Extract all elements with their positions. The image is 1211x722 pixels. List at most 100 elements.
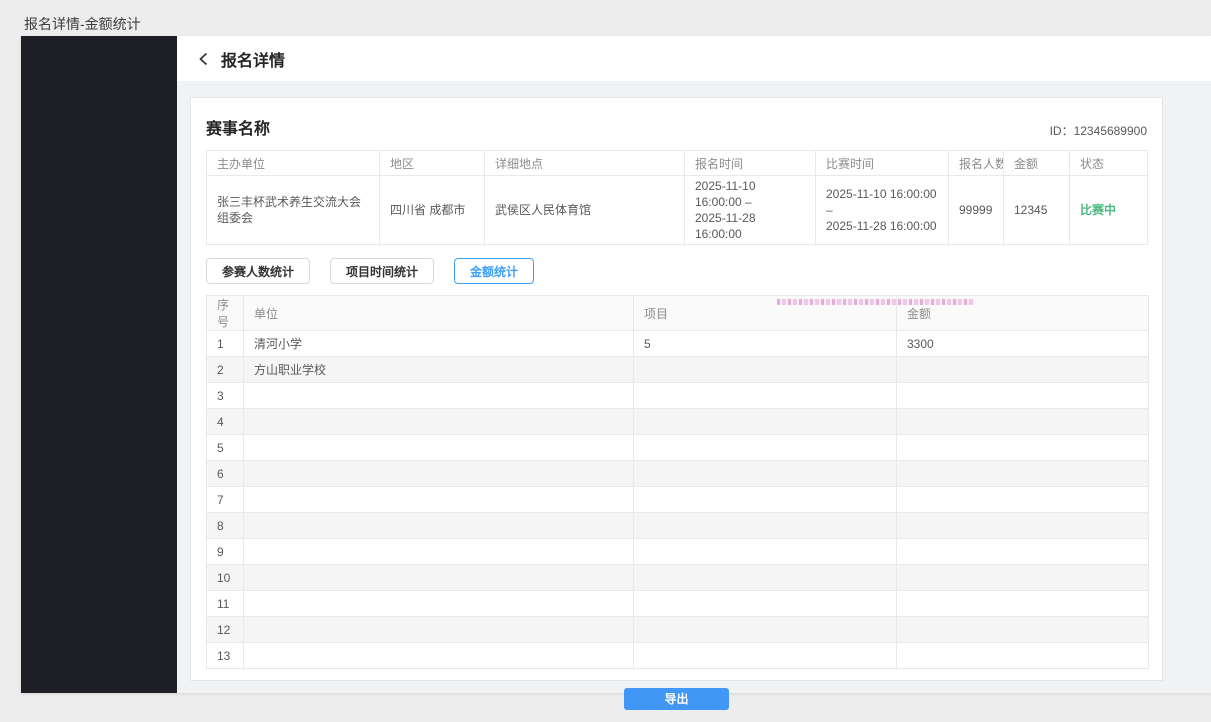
cell-region: 四川省 成都市 [380,176,485,245]
event-column-header: 报名人数 [949,151,1004,176]
event-column-header: 地区 [380,151,485,176]
cell-amount [897,539,1149,565]
table-row: 4 [207,409,1149,435]
cell-signup-time: 2025-11-10 16:00:00 – 2025-11-28 16:00:0… [685,176,816,245]
cell-unit [244,617,634,643]
cell-no: 10 [207,565,244,591]
cell-unit [244,539,634,565]
cell-unit [244,383,634,409]
cell-amount: 3300 [897,331,1149,357]
cell-project [634,435,897,461]
cell-project [634,513,897,539]
stats-table-header: 序号单位项目金额 [207,296,1149,331]
cell-signup-count: 99999 [949,176,1004,245]
stats-tabs: 参赛人数统计项目时间统计金额统计 [206,258,1147,284]
cell-amount [897,591,1149,617]
cell-no: 7 [207,487,244,513]
page-header: 报名详情 [177,36,1211,81]
cell-unit [244,409,634,435]
cell-venue: 武侯区人民体育馆 [485,176,685,245]
cell-project [634,539,897,565]
main-area: 报名详情 赛事名称 ID：12345689900 主办单位地区详细地点报名时间比… [177,36,1211,693]
table-row: 12 [207,617,1149,643]
cell-no: 13 [207,643,244,669]
table-row: 1清河小学53300 [207,331,1149,357]
tab-participants-stats[interactable]: 参赛人数统计 [206,258,310,284]
chevron-left-icon [197,52,211,66]
table-row: 11 [207,591,1149,617]
cell-unit: 方山职业学校 [244,357,634,383]
cell-amount [897,357,1149,383]
cell-no: 6 [207,461,244,487]
cell-amount [897,487,1149,513]
cell-unit [244,461,634,487]
event-column-header: 状态 [1070,151,1148,176]
cell-amount [897,513,1149,539]
table-row: 6 [207,461,1149,487]
cell-unit [244,591,634,617]
cell-project [634,409,897,435]
cell-amount [897,461,1149,487]
cell-match-time: 2025-11-10 16:00:00 – 2025-11-28 16:00:0… [816,176,949,245]
stats-column-header: 单位 [244,296,634,331]
table-row: 2方山职业学校 [207,357,1149,383]
match-time-line1: 2025-11-10 16:00:00 – [826,186,938,218]
cell-no: 5 [207,435,244,461]
event-column-header: 比赛时间 [816,151,949,176]
cell-unit [244,487,634,513]
cell-project [634,487,897,513]
cell-project [634,643,897,669]
cell-project [634,591,897,617]
cell-unit [244,435,634,461]
event-row: 张三丰杯武术养生交流大会组委会 四川省 成都市 武侯区人民体育馆 2025-11… [207,176,1148,245]
cell-unit [244,565,634,591]
cell-no: 12 [207,617,244,643]
cell-project [634,357,897,383]
cell-amount [897,643,1149,669]
event-column-header: 报名时间 [685,151,816,176]
export-row: 导出 [206,688,1147,710]
event-name-title: 赛事名称 [206,115,270,139]
cell-amount: 12345 [1004,176,1070,245]
cell-amount [897,565,1149,591]
tab-project-time-stats[interactable]: 项目时间统计 [330,258,434,284]
cell-no: 1 [207,331,244,357]
cell-no: 11 [207,591,244,617]
stats-column-header: 金额 [897,296,1149,331]
tab-amount-stats[interactable]: 金额统计 [454,258,534,284]
cell-no: 9 [207,539,244,565]
export-button[interactable]: 导出 [624,688,729,710]
back-button[interactable] [197,52,211,66]
table-row: 8 [207,513,1149,539]
cell-project: 5 [634,331,897,357]
stats-column-header: 序号 [207,296,244,331]
signup-time-line1: 2025-11-10 16:00:00 – [695,178,805,210]
section-head: 赛事名称 ID：12345689900 [206,115,1147,139]
cell-no: 2 [207,357,244,383]
cell-no: 3 [207,383,244,409]
stats-column-header: 项目 [634,296,897,331]
match-time-line2: 2025-11-28 16:00:00 [826,218,938,234]
event-column-header: 详细地点 [485,151,685,176]
cell-project [634,565,897,591]
status-badge: 比赛中 [1070,176,1148,245]
event-table-header: 主办单位地区详细地点报名时间比赛时间报名人数金额状态 [207,151,1148,176]
app-window: 报名详情 赛事名称 ID：12345689900 主办单位地区详细地点报名时间比… [21,36,1211,693]
cell-amount [897,409,1149,435]
cell-unit: 清河小学 [244,331,634,357]
signup-time-line2: 2025-11-28 16:00:00 [695,210,805,242]
table-row: 10 [207,565,1149,591]
cell-unit [244,513,634,539]
cell-amount [897,383,1149,409]
table-row: 13 [207,643,1149,669]
cell-project [634,617,897,643]
table-row: 3 [207,383,1149,409]
sidebar [21,36,177,693]
content-area: 赛事名称 ID：12345689900 主办单位地区详细地点报名时间比赛时间报名… [177,81,1211,693]
table-row: 5 [207,435,1149,461]
page-title: 报名详情 [221,47,285,71]
cell-amount [897,617,1149,643]
cell-organizer: 张三丰杯武术养生交流大会组委会 [207,176,380,245]
cell-project [634,461,897,487]
event-column-header: 主办单位 [207,151,380,176]
